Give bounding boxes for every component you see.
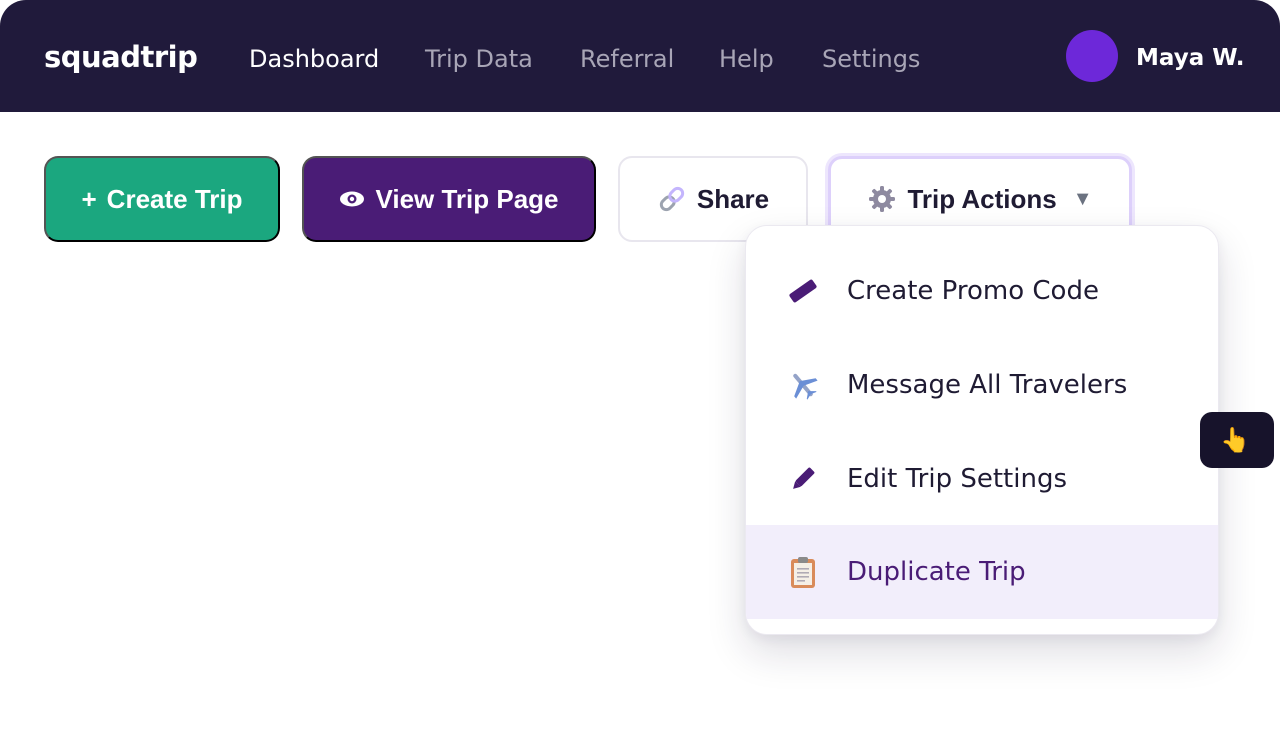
create-trip-button[interactable]: + Create Trip bbox=[44, 156, 280, 242]
plus-icon: + bbox=[81, 183, 97, 214]
avatar[interactable] bbox=[1066, 30, 1118, 82]
clipboard-icon bbox=[786, 555, 820, 589]
app-window: squadtrip Dashboard Trip Data Referral H… bbox=[0, 0, 1280, 742]
gear-icon bbox=[867, 184, 897, 214]
pointing-hand-icon: 👆 bbox=[1220, 426, 1250, 454]
nav-link-trip-data[interactable]: Trip Data bbox=[425, 45, 533, 73]
airplane-icon bbox=[786, 368, 820, 402]
menu-item-create-promo-code[interactable]: Create Promo Code bbox=[746, 244, 1218, 338]
tooltip-peek: 👆 bbox=[1200, 412, 1274, 468]
menu-item-label: Duplicate Trip bbox=[847, 557, 1026, 587]
view-trip-page-label: View Trip Page bbox=[375, 183, 559, 214]
brand-logo[interactable]: squadtrip bbox=[44, 40, 198, 74]
eye-icon bbox=[339, 190, 365, 208]
share-label: Share bbox=[696, 183, 770, 214]
menu-item-label: Edit Trip Settings bbox=[847, 464, 1067, 494]
create-trip-label: Create Trip bbox=[106, 183, 243, 214]
pencil-icon bbox=[786, 462, 820, 496]
trip-actions-label: Trip Actions bbox=[907, 183, 1057, 214]
nav-link-settings[interactable]: Settings bbox=[822, 45, 920, 73]
view-trip-page-button[interactable]: View Trip Page bbox=[302, 156, 596, 242]
trip-actions-dropdown-menu: Create Promo Code Message All Travelers bbox=[745, 225, 1219, 635]
menu-item-message-all-travelers[interactable]: Message All Travelers bbox=[746, 338, 1218, 432]
user-name[interactable]: Maya W. bbox=[1136, 45, 1244, 71]
top-navigation-bar: squadtrip Dashboard Trip Data Referral H… bbox=[0, 0, 1280, 112]
nav-link-referral[interactable]: Referral bbox=[580, 45, 674, 73]
menu-item-label: Message All Travelers bbox=[847, 370, 1128, 400]
link-icon bbox=[657, 184, 687, 214]
ticket-icon bbox=[786, 274, 820, 308]
menu-item-duplicate-trip[interactable]: Duplicate Trip bbox=[746, 525, 1218, 619]
nav-link-help[interactable]: Help bbox=[719, 45, 774, 73]
menu-item-label: Create Promo Code bbox=[847, 276, 1099, 306]
chevron-down-icon: ▼ bbox=[1072, 187, 1093, 210]
nav-link-dashboard[interactable]: Dashboard bbox=[249, 45, 379, 73]
menu-item-edit-trip-settings[interactable]: Edit Trip Settings bbox=[746, 432, 1218, 526]
